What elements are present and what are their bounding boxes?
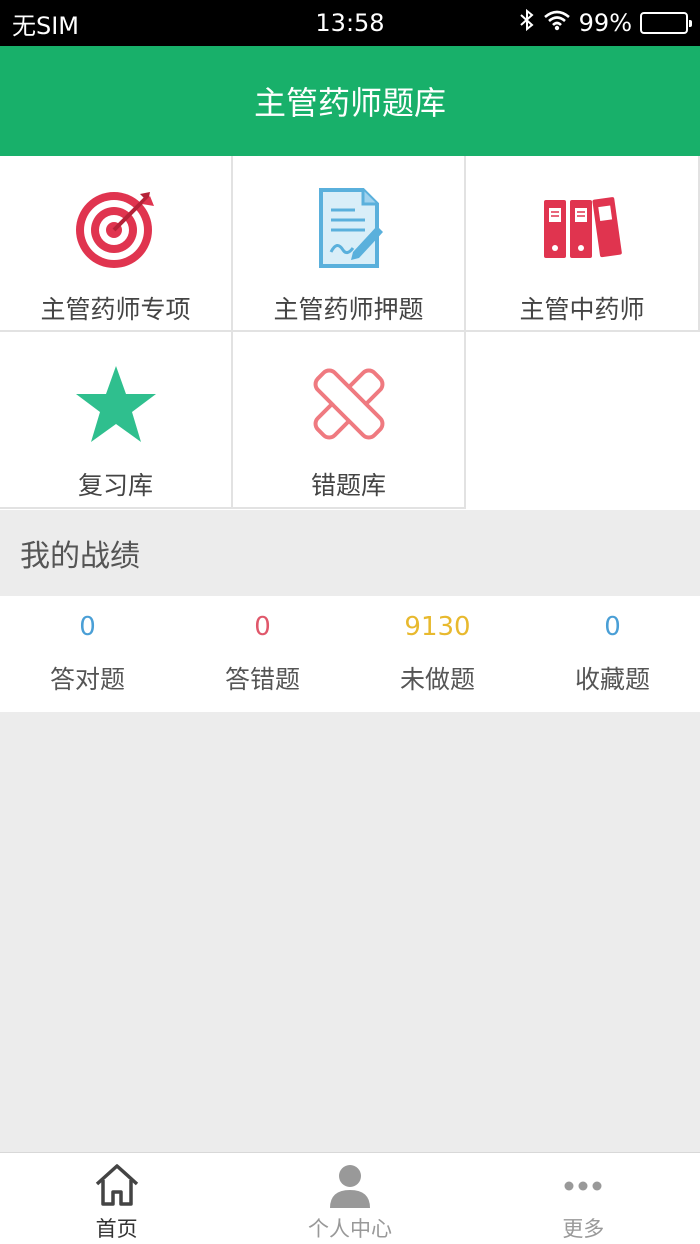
category-grid: 主管药师专项 主管药师押题 主管中药师 复习库 错题库 (0, 156, 700, 510)
stat-label: 答对题 (49, 665, 125, 694)
grid-item-label: 主管药师押题 (273, 295, 424, 324)
target-icon (74, 186, 158, 270)
carrier-label: 无SIM (12, 11, 80, 40)
page-title: 主管药师题库 (253, 84, 446, 122)
stat-value: 0 (604, 612, 621, 642)
bluetooth-icon (519, 8, 535, 38)
tab-profile[interactable]: 个人中心 (233, 1153, 466, 1244)
stat-undone[interactable]: 9130 未做题 (350, 596, 525, 712)
wifi-icon (543, 9, 571, 37)
stat-label: 收藏题 (574, 665, 650, 694)
app-header: 主管药师题库 (0, 46, 700, 156)
grid-item-specialty[interactable]: 主管药师专项 (0, 156, 233, 332)
battery-percent: 99% (578, 9, 632, 37)
stat-value: 0 (254, 612, 271, 642)
section-title: 我的战绩 (0, 510, 700, 596)
home-icon (92, 1161, 142, 1209)
tab-home[interactable]: 首页 (0, 1153, 233, 1244)
bottom-tab-bar: 首页 个人中心 更多 (0, 1152, 700, 1244)
grid-item-label: 错题库 (310, 471, 386, 500)
stat-correct[interactable]: 0 答对题 (0, 596, 175, 712)
grid-item-wrong[interactable]: 错题库 (233, 332, 466, 509)
grid-item-predict[interactable]: 主管药师押题 (233, 156, 466, 332)
stat-value: 9130 (404, 612, 471, 642)
tab-label: 首页 (95, 1217, 138, 1241)
battery-icon (640, 12, 692, 34)
grid-item-tcm[interactable]: 主管中药师 (466, 156, 700, 332)
x-mark-icon (307, 362, 391, 446)
grid-item-label: 复习库 (77, 471, 153, 500)
star-icon (74, 362, 158, 446)
stat-wrong[interactable]: 0 答错题 (175, 596, 350, 712)
grid-item-label: 主管中药师 (519, 295, 645, 324)
grid-item-label: 主管药师专项 (40, 295, 191, 324)
stats-panel: 0 答对题 0 答错题 9130 未做题 0 收藏题 (0, 596, 700, 712)
status-indicators: 99% (519, 8, 692, 38)
more-dots-icon (558, 1161, 608, 1209)
stat-label: 未做题 (399, 665, 475, 694)
section-title-text: 我的战绩 (20, 539, 140, 574)
document-pen-icon (307, 186, 391, 270)
person-icon (325, 1161, 375, 1209)
binders-icon (540, 186, 624, 270)
tab-label: 个人中心 (307, 1217, 392, 1241)
grid-item-review[interactable]: 复习库 (0, 332, 233, 509)
stat-value: 0 (79, 612, 96, 642)
tab-label: 更多 (562, 1217, 605, 1241)
grid-empty-cell (466, 332, 700, 509)
stat-favorites[interactable]: 0 收藏题 (525, 596, 700, 712)
stat-label: 答错题 (224, 665, 300, 694)
status-bar: 无SIM 13:58 99% (0, 0, 700, 46)
tab-more[interactable]: 更多 (467, 1153, 700, 1244)
